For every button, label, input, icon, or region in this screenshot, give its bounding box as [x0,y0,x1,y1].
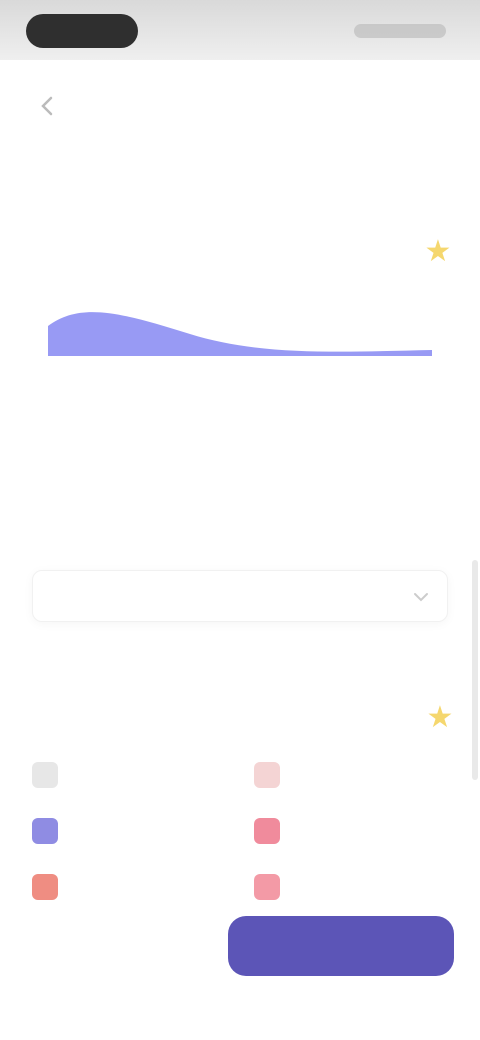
color-swatch [32,874,58,900]
color-swatch [32,762,58,788]
grid-item[interactable] [24,864,234,908]
chevron-down-icon [409,585,433,609]
chevron-left-icon[interactable] [36,94,60,118]
grid-item[interactable] [24,752,234,796]
primary-button[interactable] [228,916,454,976]
status-bar [0,0,480,60]
grid-item[interactable] [246,864,456,908]
status-icons [354,24,446,38]
select-dropdown[interactable] [32,570,448,622]
star-icon[interactable]: ★ [420,234,456,270]
scrollbar[interactable] [472,560,478,780]
grid-item[interactable] [24,808,234,852]
color-swatch [254,762,280,788]
color-swatch [254,818,280,844]
header [0,60,480,170]
grid-item[interactable] [246,752,456,796]
curve-graph [48,312,432,356]
grid-item[interactable] [246,808,456,852]
color-swatch [254,874,280,900]
color-swatch [32,818,58,844]
status-pill [26,14,138,48]
star-icon[interactable]: ★ [422,700,458,736]
